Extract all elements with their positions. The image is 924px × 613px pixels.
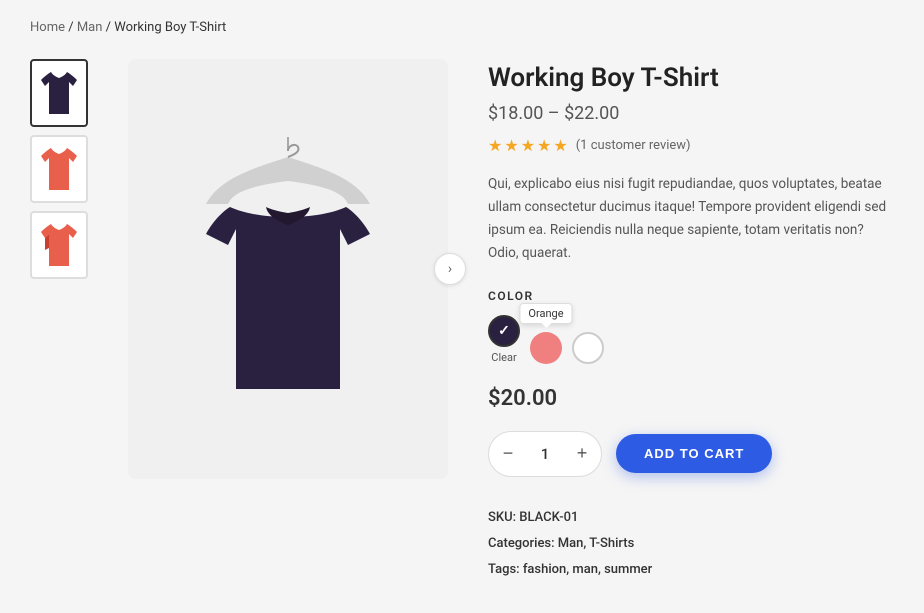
swatch-check-icon: ✓ — [498, 323, 510, 339]
review-count[interactable]: (1 customer review) — [576, 138, 691, 153]
sku-row: SKU: BLACK-01 — [488, 505, 894, 531]
next-image-arrow[interactable]: › — [434, 253, 466, 285]
quantity-increase-button[interactable]: + — [563, 432, 601, 476]
product-image — [178, 119, 398, 419]
star-1: ★ — [488, 136, 502, 155]
color-tooltip-orange: Orange — [519, 303, 572, 324]
star-3: ★ — [521, 136, 535, 155]
thumbnail-column — [30, 59, 88, 279]
main-image-wrapper: › — [128, 59, 448, 479]
star-2: ★ — [504, 136, 518, 155]
tags-row: Tags: fashion, man, summer — [488, 557, 894, 583]
color-swatch-orange[interactable] — [530, 332, 562, 364]
price-range: $18.00 – $22.00 — [488, 103, 894, 124]
product-details: Working Boy T-Shirt $18.00 – $22.00 ★ ★ … — [488, 59, 894, 583]
sku-value-text: BLACK-01 — [519, 510, 578, 525]
categories-value-text: Man, T-Shirts — [558, 536, 635, 551]
color-swatches: ✓ Clear Orange — [488, 315, 894, 364]
current-price: $20.00 — [488, 386, 894, 411]
quantity-value: 1 — [527, 445, 563, 463]
swatch-label-black: Clear — [491, 351, 516, 364]
product-description: Qui, explicabo eius nisi fugit repudiand… — [488, 173, 894, 265]
breadcrumb-home[interactable]: Home — [30, 20, 65, 35]
star-4: ★ — [537, 136, 551, 155]
breadcrumb-current: Working Boy T-Shirt — [114, 20, 226, 35]
quantity-control: − 1 + — [488, 431, 602, 477]
color-swatch-wrapper-white — [572, 332, 604, 364]
star-5: ★ — [553, 136, 567, 155]
color-swatch-white[interactable] — [572, 332, 604, 364]
breadcrumb-man[interactable]: Man — [77, 20, 103, 35]
tags-value-text: fashion, man, summer — [523, 562, 652, 577]
star-rating: ★ ★ ★ ★ ★ — [488, 136, 568, 155]
product-layout: › Working Boy T-Shirt $18.00 – $22.00 ★ … — [30, 59, 894, 583]
color-swatch-wrapper-orange: Orange — [530, 332, 562, 364]
thumbnail-orange[interactable] — [30, 135, 88, 203]
sku-label: SKU: — [488, 510, 516, 525]
quantity-decrease-button[interactable]: − — [489, 432, 527, 476]
cart-row: − 1 + ADD TO CART — [488, 431, 894, 477]
thumbnail-orange2[interactable] — [30, 211, 88, 279]
color-swatch-wrapper-black: ✓ Clear — [488, 315, 520, 364]
color-label: COLOR — [488, 289, 894, 303]
thumbnail-black[interactable] — [30, 59, 88, 127]
page-wrapper: Home / Man / Working Boy T-Shirt — [0, 0, 924, 613]
color-swatch-black[interactable]: ✓ — [488, 315, 520, 347]
color-section: COLOR ✓ Clear Orange — [488, 289, 894, 364]
meta-info: SKU: BLACK-01 Categories: Man, T-Shirts … — [488, 505, 894, 583]
tags-label: Tags: — [488, 562, 520, 577]
categories-row: Categories: Man, T-Shirts — [488, 531, 894, 557]
categories-label: Categories: — [488, 536, 555, 551]
add-to-cart-button[interactable]: ADD TO CART — [616, 434, 772, 473]
product-title: Working Boy T-Shirt — [488, 63, 894, 93]
rating-row: ★ ★ ★ ★ ★ (1 customer review) — [488, 136, 894, 155]
main-image-column: › — [128, 59, 448, 479]
breadcrumb: Home / Man / Working Boy T-Shirt — [30, 20, 894, 35]
